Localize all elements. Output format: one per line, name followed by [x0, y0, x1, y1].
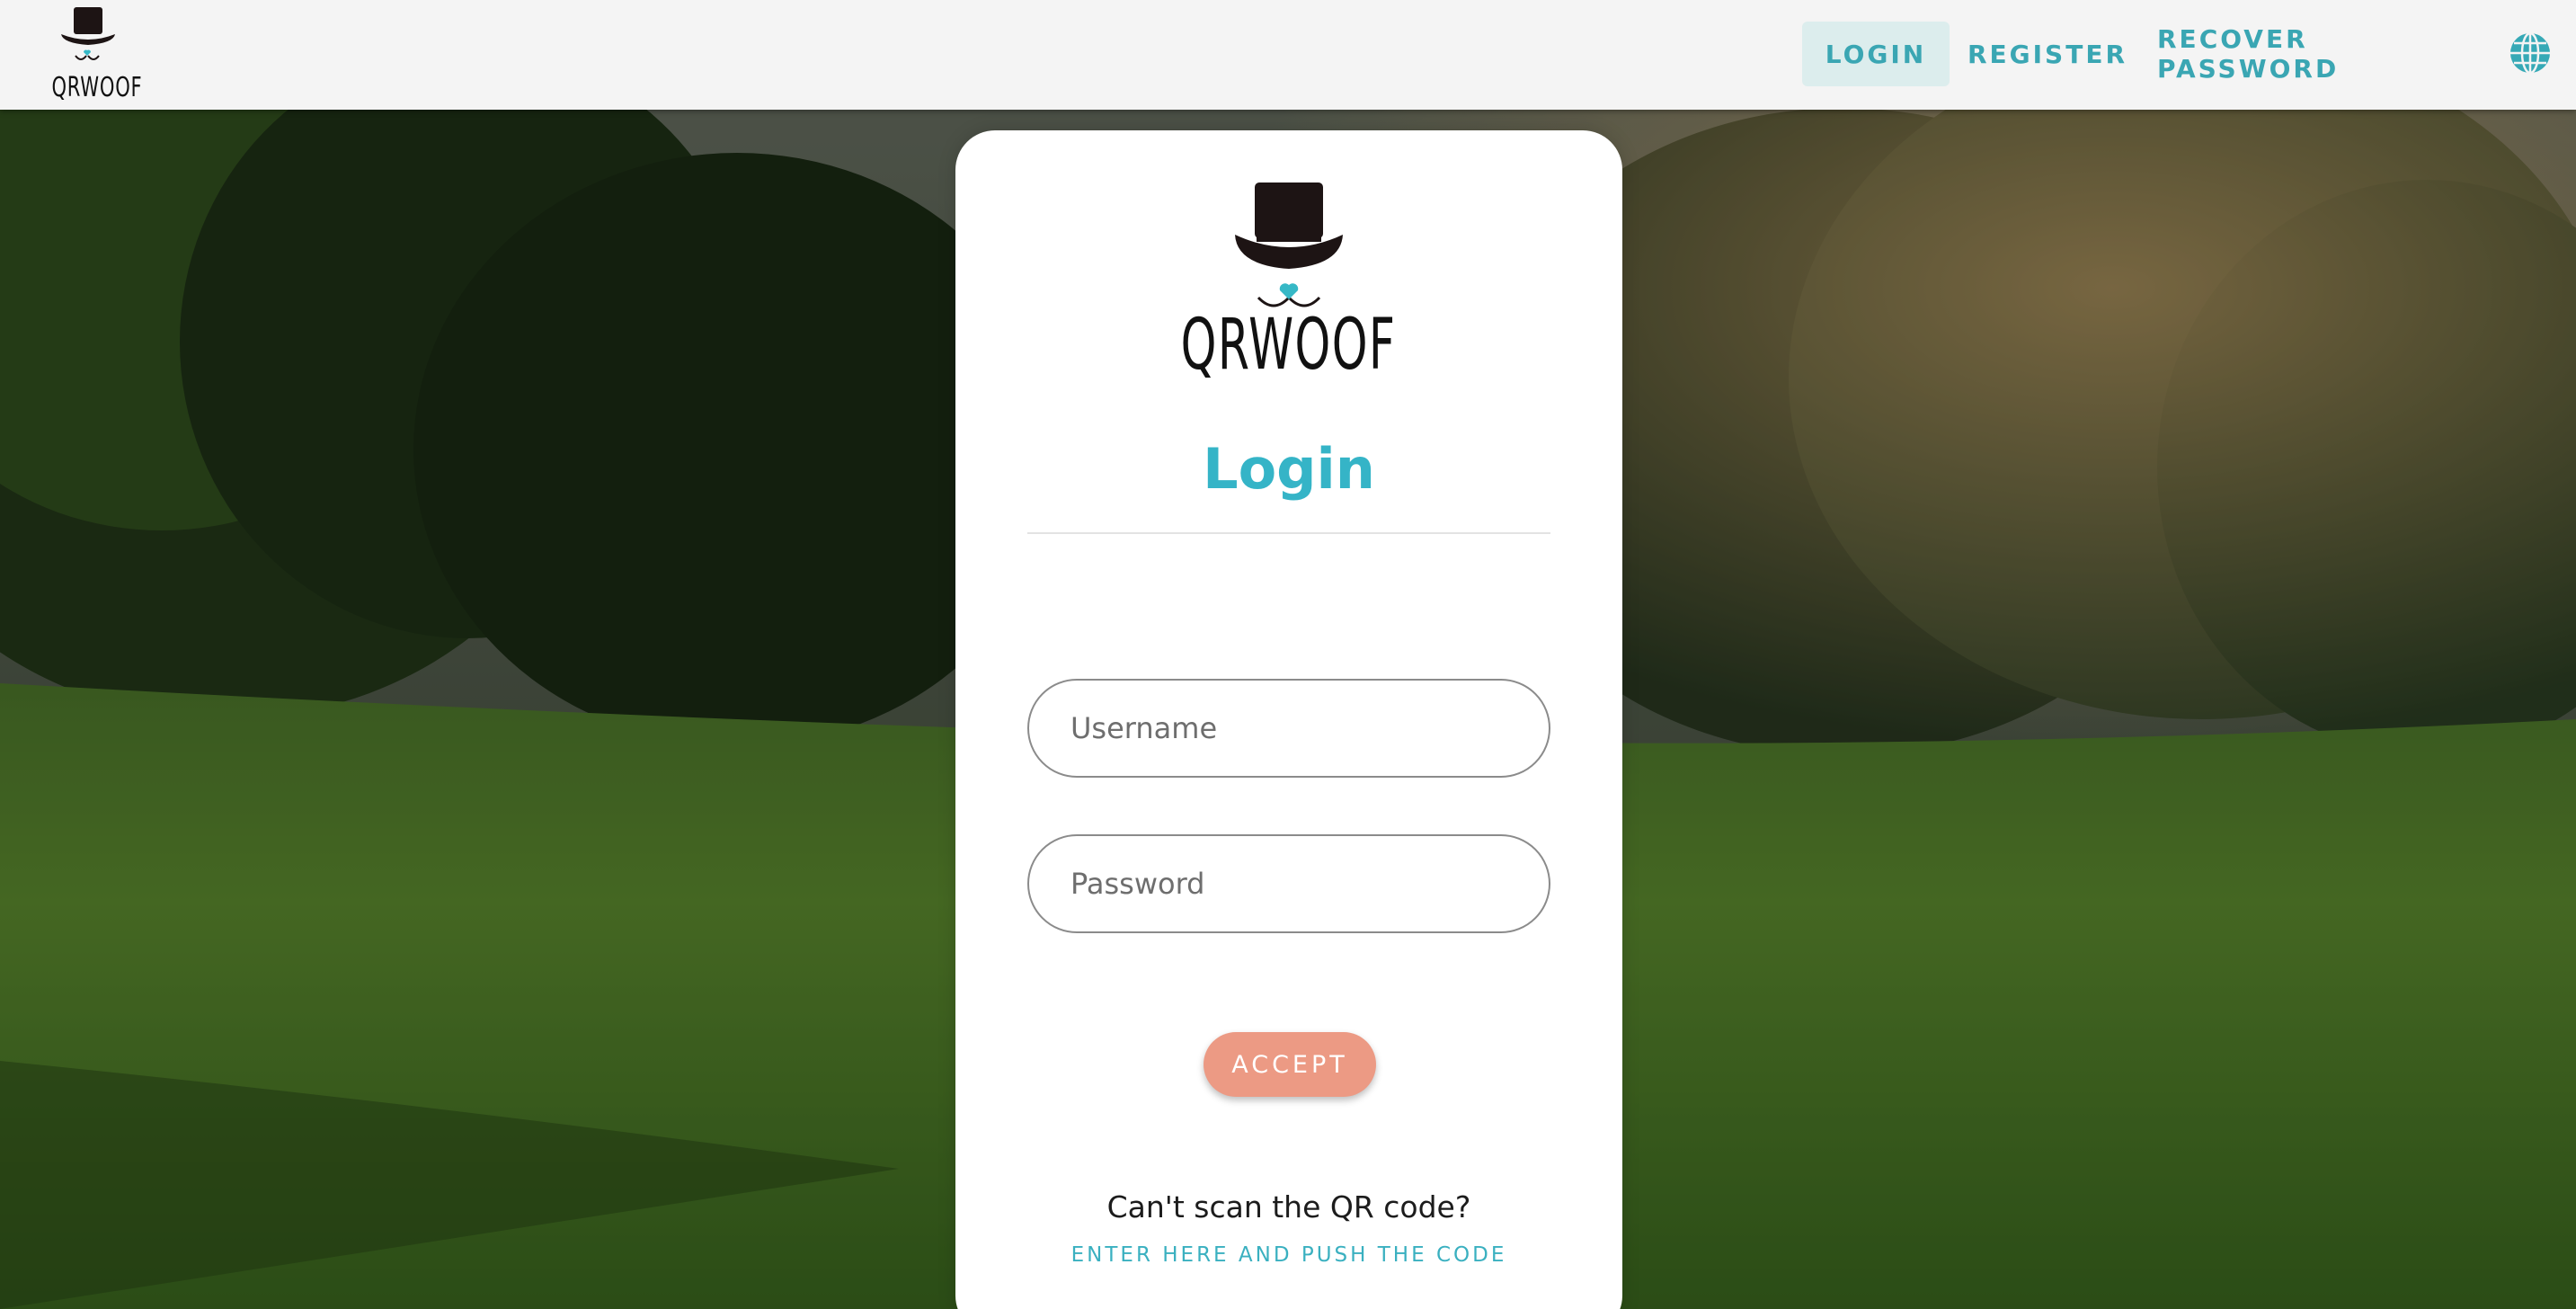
nav-recover-password[interactable]: RECOVER PASSWORD: [2157, 22, 2499, 86]
password-input[interactable]: [1027, 834, 1550, 933]
enter-code-link[interactable]: ENTER HERE AND PUSH THE CODE: [955, 1243, 1622, 1267]
login-page: QRWOOF LOGIN REGISTER RECOVER PASSWORD Q…: [0, 0, 2576, 1309]
top-hat-icon: [61, 7, 115, 60]
top-hat-icon: [1235, 183, 1343, 307]
qr-help-text: Can't scan the QR code?: [1106, 1189, 1471, 1224]
title-divider: [1027, 532, 1550, 534]
nav-register[interactable]: REGISTER: [1965, 22, 2130, 86]
username-input[interactable]: [1027, 679, 1550, 778]
top-navbar: QRWOOF LOGIN REGISTER RECOVER PASSWORD: [0, 0, 2576, 110]
login-title: Login: [1203, 436, 1375, 502]
brand-logo[interactable]: QRWOOF: [41, 4, 143, 104]
card-wordmark: QRWOOF: [1181, 305, 1397, 386]
brand-wordmark: QRWOOF: [51, 72, 143, 103]
globe-icon[interactable]: [2508, 31, 2553, 76]
login-card: QRWOOF Login ACCEPT Can't scan the QR co…: [955, 130, 1622, 1309]
nav-login[interactable]: LOGIN: [1802, 22, 1950, 86]
accept-button[interactable]: ACCEPT: [1204, 1032, 1376, 1097]
